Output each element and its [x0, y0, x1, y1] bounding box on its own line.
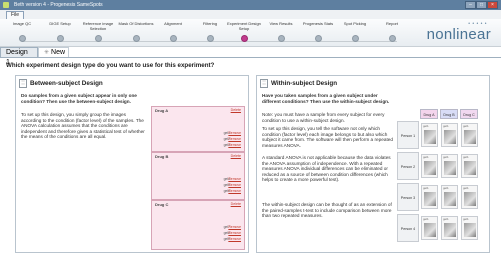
group-name: Drug B — [155, 154, 169, 159]
group-row: gel1 Remove — [223, 131, 241, 135]
gel-thumbnail: gel1 — [461, 216, 478, 240]
minimize-button[interactable]: – — [465, 1, 476, 9]
panel-body: To set up this design, you simply group … — [21, 112, 145, 140]
step-label: Progenesis Stats — [302, 21, 334, 26]
group-row: gel2 Remove — [223, 137, 241, 141]
row-header: Person 1 — [397, 121, 419, 149]
group-delete-link[interactable]: Delete — [231, 154, 241, 158]
panel-title: Within-subject Design — [271, 80, 338, 87]
step-label: Experiment Design Setup — [227, 21, 261, 31]
gel-thumbnail: gel1 — [421, 154, 438, 178]
step-label: Mask Of Distortions — [118, 21, 154, 26]
maximize-button[interactable]: □ — [476, 1, 487, 9]
window-title: Beth version 4 - Progenesis SameSpots — [14, 2, 103, 8]
design-tabs: Design 1 ✳ New — [0, 47, 501, 66]
new-star-icon: ✳ — [44, 50, 50, 56]
group-row: gel7 Remove — [223, 225, 241, 229]
panel-intro: Have you taken samples from a given subj… — [262, 93, 390, 104]
close-button[interactable]: × — [487, 1, 498, 9]
column-header: Drug C — [460, 109, 478, 119]
workflow-step-reference-image[interactable]: Reference image Selection — [77, 21, 119, 42]
between-subject-panel[interactable]: ○○ ○○ Between-subject Design Do samples f… — [15, 75, 249, 253]
row-header: Person 3 — [397, 183, 419, 211]
panel-body-1: To set up this design, you tell the soft… — [262, 126, 393, 148]
step-label: DIGE Setup — [49, 21, 71, 26]
group-row: gel6 Remove — [223, 189, 241, 193]
workflow-step-dige-setup[interactable]: DIGE Setup — [39, 21, 81, 42]
tab-design-1[interactable]: Design 1 — [0, 47, 38, 66]
panel-note: Note: you must have a sample from every … — [262, 112, 385, 123]
gel-thumbnail: gel1 — [441, 185, 458, 209]
tab-new[interactable]: ✳ New — [38, 47, 69, 57]
group-box: Drug A Delete gel1 Remove gel2 Remove gel3… — [151, 106, 245, 152]
window-title-bar: Beth version 4 - Progenesis SameSpots – … — [0, 0, 501, 10]
panel-intro: Do samples from a given subject appear i… — [21, 93, 137, 104]
step-dot — [132, 35, 140, 42]
within-subject-diagram: Drug A Drug B Drug C Person 1 Person 2 P… — [397, 109, 487, 249]
app-icon — [3, 2, 9, 8]
step-dot — [388, 35, 396, 42]
step-label: Image QC — [12, 21, 32, 26]
group-delete-link[interactable]: Delete — [231, 202, 241, 206]
step-dot — [277, 35, 285, 42]
group-row: gel4 Remove — [223, 177, 241, 181]
workflow-step-image-qc[interactable]: Image QC — [1, 21, 43, 42]
group-box: Drug B Delete gel4 Remove gel5 Remove gel6… — [151, 152, 245, 200]
workflow-step-alignment[interactable]: Alignment — [152, 21, 194, 42]
tab-label: New — [51, 49, 66, 56]
between-subject-diagram: Drug A Delete gel1 Remove gel2 Remove gel3… — [151, 106, 245, 250]
group-delete-link[interactable]: Delete — [231, 108, 241, 112]
row-header: Person 4 — [397, 214, 419, 242]
workflow-step-experiment-design[interactable]: Experiment Design Setup — [223, 21, 265, 42]
step-dot-active — [240, 35, 248, 42]
panel-body-2: A standard ANOVA is not applicable becau… — [262, 155, 391, 183]
nonlinear-logo: nonlinear — [426, 26, 491, 43]
column-header: Drug B — [440, 109, 458, 119]
gel-thumbnail: gel1 — [421, 216, 438, 240]
step-label: View Results — [269, 21, 293, 26]
gel-thumbnail: gel1 — [441, 154, 458, 178]
gel-thumbnail: gel1 — [461, 123, 478, 147]
step-dot — [169, 35, 177, 42]
design-question: Which experiment design type do you want… — [6, 62, 215, 69]
group-box: Drug C Delete gel7 Remove gel8 Remove gel9… — [151, 200, 245, 250]
gel-thumbnail: gel1 — [441, 216, 458, 240]
workflow-step-report[interactable]: Report — [371, 21, 413, 42]
between-subject-icon: ○○ ○○ — [19, 79, 27, 88]
workflow-step-mask-distortions[interactable]: Mask Of Distortions — [115, 21, 157, 42]
step-dot — [94, 35, 102, 42]
step-label: Alignment — [164, 21, 182, 26]
gel-thumbnail: gel1 — [421, 123, 438, 147]
gel-thumbnail: gel1 — [461, 185, 478, 209]
step-dot — [314, 35, 322, 42]
step-dot — [351, 35, 359, 42]
gel-thumbnail: gel1 — [441, 123, 458, 147]
gel-thumbnail: gel1 — [461, 154, 478, 178]
panel-body-3: The within-subject design can be thought… — [262, 202, 392, 219]
gel-thumbnail: gel1 — [421, 185, 438, 209]
group-row: gel8 Remove — [223, 231, 241, 235]
step-label: Reference image Selection — [82, 21, 114, 31]
step-dot — [56, 35, 64, 42]
group-name: Drug C — [155, 202, 169, 207]
panel-title: Between-subject Design — [30, 80, 103, 87]
step-label: Report — [385, 21, 398, 26]
step-dot — [206, 35, 214, 42]
group-row: gel9 Remove — [223, 237, 241, 241]
row-header: Person 2 — [397, 152, 419, 180]
workflow-step-progenesis-stats[interactable]: Progenesis Stats — [297, 21, 339, 42]
group-row: gel3 Remove — [223, 143, 241, 147]
workflow-step-view-results[interactable]: View Results — [260, 21, 302, 42]
within-subject-panel[interactable]: ○○ ○○ Within-subject Design Have you take… — [256, 75, 490, 253]
workflow-step-spot-picking[interactable]: Spot Picking — [334, 21, 376, 42]
within-subject-icon: ○○ ○○ — [260, 79, 268, 88]
group-row: gel5 Remove — [223, 183, 241, 187]
group-name: Drug A — [155, 108, 169, 113]
step-label: Spot Picking — [343, 21, 367, 26]
column-header: Drug A — [420, 109, 438, 119]
step-dot — [18, 35, 26, 42]
